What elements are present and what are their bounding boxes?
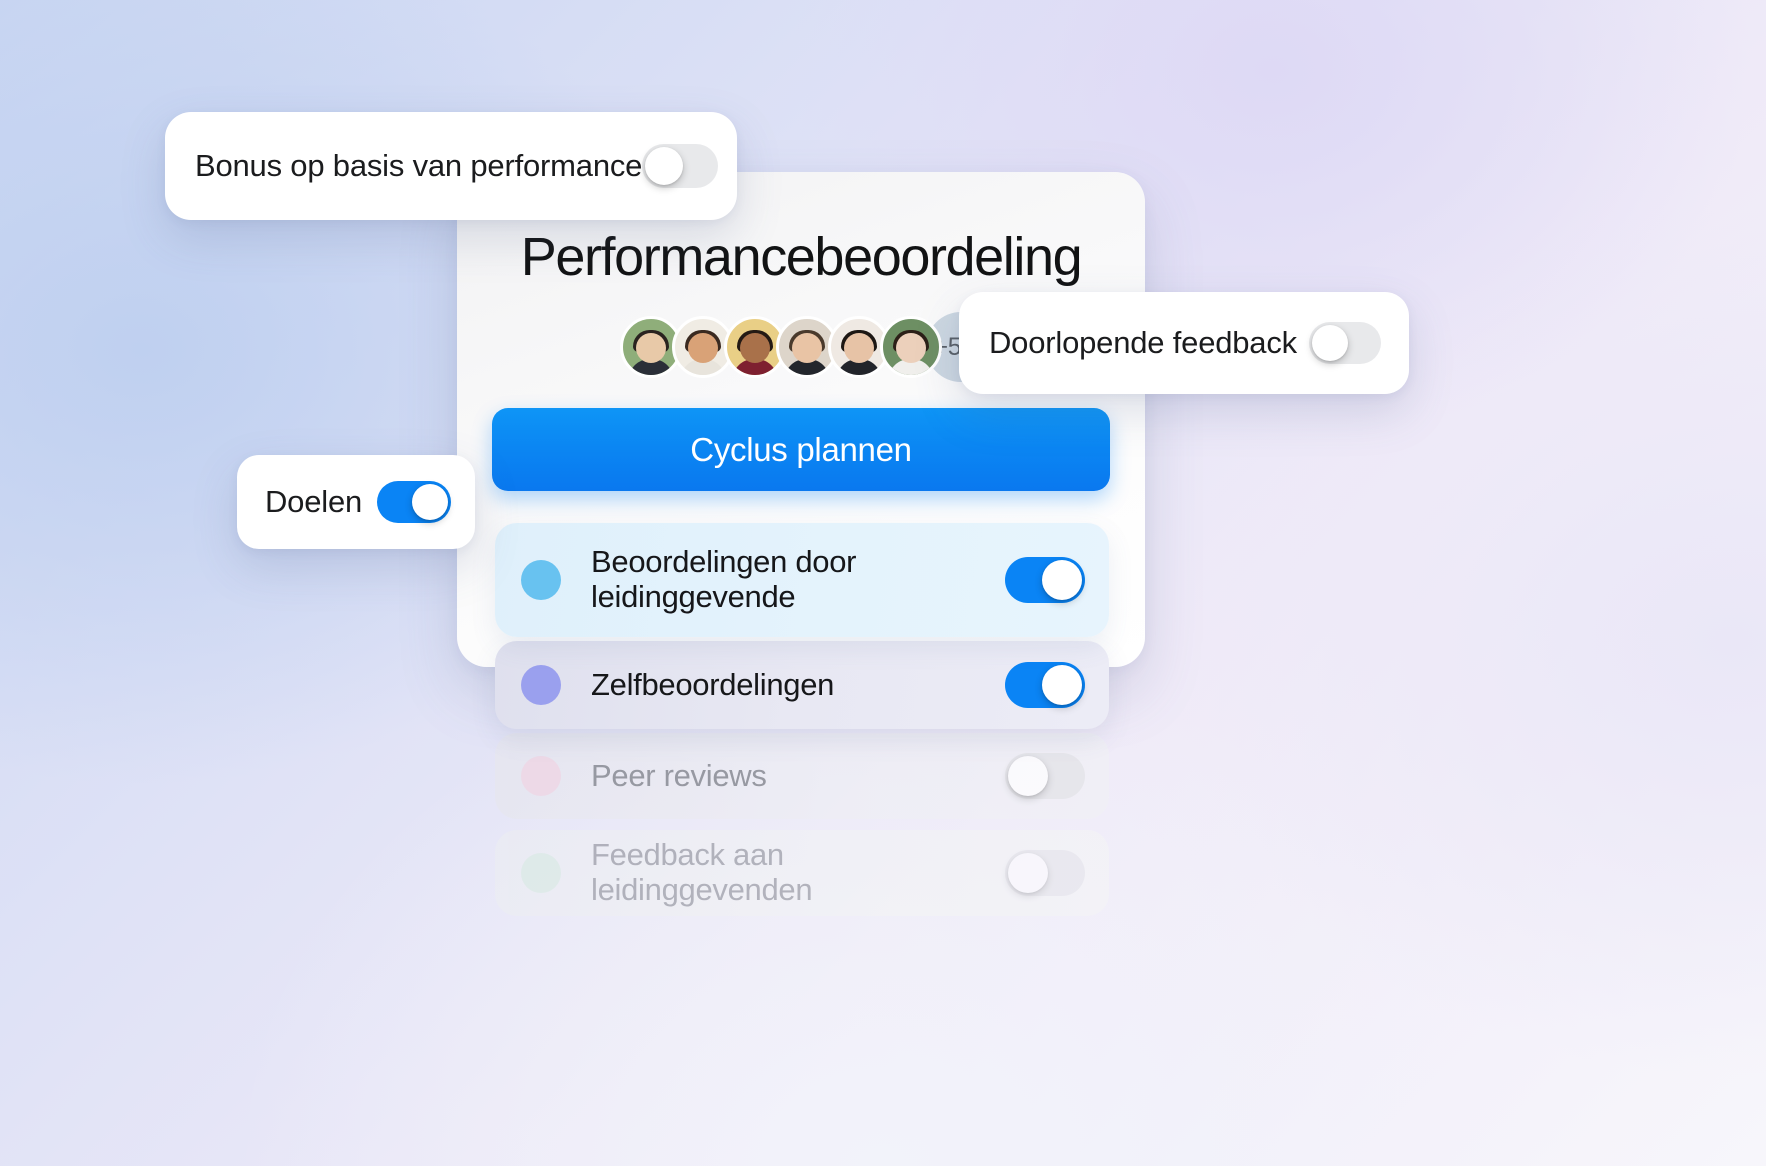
continuous-feedback-label: Doorlopende feedback — [989, 325, 1297, 360]
canvas: Performancebeoordeling +572 Cyclus plann — [0, 0, 1766, 1166]
option-row-peer-reviews[interactable]: Peer reviews — [495, 733, 1109, 819]
color-dot-icon — [521, 853, 561, 893]
option-row-upward-feedback[interactable]: Feedback aan leidinggevenden — [495, 830, 1109, 916]
avatar[interactable] — [880, 316, 942, 378]
bonus-label: Bonus op basis van performance — [195, 148, 643, 183]
bonus-toggle[interactable] — [642, 144, 719, 188]
continuous-feedback-toggle[interactable] — [1309, 322, 1381, 364]
option-label: Beoordelingen door leidinggevende — [591, 544, 857, 614]
option-row-manager-reviews[interactable]: Beoordelingen door leidinggevende — [495, 523, 1109, 637]
card-doorlopende-feedback[interactable]: Doorlopende feedback — [959, 292, 1409, 394]
option-toggle-upward-feedback[interactable] — [1005, 850, 1085, 896]
option-label: Feedback aan leidinggevenden — [591, 837, 813, 907]
option-label: Zelfbeoordelingen — [591, 666, 835, 702]
card-bonus-op-basis-van-performance[interactable]: Bonus op basis van performance — [165, 112, 737, 220]
color-dot-icon — [521, 560, 561, 600]
plan-cycle-button[interactable]: Cyclus plannen — [492, 408, 1110, 491]
option-toggle-manager-reviews[interactable] — [1005, 557, 1085, 603]
goals-toggle[interactable] — [377, 481, 451, 523]
option-toggle-self-reviews[interactable] — [1005, 662, 1085, 708]
card-doelen[interactable]: Doelen — [237, 455, 475, 549]
option-row-self-reviews[interactable]: Zelfbeoordelingen — [495, 641, 1109, 729]
option-toggle-peer-reviews[interactable] — [1005, 753, 1085, 799]
color-dot-icon — [521, 665, 561, 705]
goals-label: Doelen — [265, 484, 363, 519]
option-label: Peer reviews — [591, 757, 767, 793]
color-dot-icon — [521, 756, 561, 796]
